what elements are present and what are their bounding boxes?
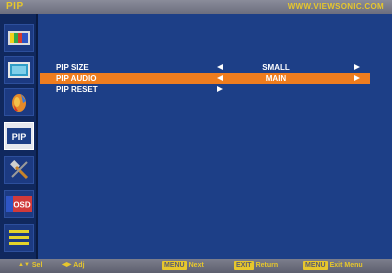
menu-key-icon: MENU <box>162 261 187 270</box>
decrease-arrow-icon[interactable] <box>217 75 223 81</box>
pip-size-label: PIP SIZE <box>56 63 89 72</box>
sidebar-item-setup[interactable] <box>4 224 34 252</box>
increase-arrow-icon[interactable] <box>354 75 360 81</box>
hint-select: ▲▼ Sel <box>18 261 42 270</box>
menu-list-icon <box>9 230 29 245</box>
menu-row-pip-audio[interactable]: PIP AUDIO MAIN <box>40 73 370 84</box>
menu-key-icon: MENU <box>303 261 328 270</box>
pip-audio-label: PIP AUDIO <box>56 74 97 83</box>
increase-arrow-icon[interactable] <box>354 64 360 70</box>
pip-audio-value: MAIN <box>265 74 287 83</box>
enter-arrow-icon[interactable] <box>217 86 223 92</box>
color-palette-icon <box>12 94 26 112</box>
osd-icon-label: OSD <box>13 201 31 210</box>
hint-adjust: ◀▶ Adj <box>62 261 85 270</box>
pip-reset-label: PIP RESET <box>56 85 98 94</box>
sidebar-item-osd[interactable]: OSD <box>4 190 34 218</box>
sidebar: PIP OSD <box>0 14 38 259</box>
sidebar-item-color[interactable] <box>4 88 34 116</box>
page-title: PIP <box>6 1 24 12</box>
osd-menu: PIP WWW.VIEWSONIC.COM PIP OSD PIP SIZE S… <box>0 0 392 273</box>
sidebar-item-pip[interactable]: PIP <box>4 122 34 150</box>
footer-hints: ▲▼ Sel ◀▶ Adj MENU Next EXIT Return MENU… <box>0 259 392 273</box>
pip-icon-label: PIP <box>12 132 27 142</box>
hint-return-label: Return <box>255 262 279 269</box>
sidebar-item-screen[interactable] <box>4 56 34 84</box>
sidebar-item-picture[interactable] <box>4 24 34 52</box>
osd-icon: OSD <box>6 196 32 212</box>
picture-icon <box>8 31 30 45</box>
hint-exit-menu: MENU Exit Menu <box>303 261 363 270</box>
hint-adjust-label: Adj <box>73 262 85 269</box>
pip-size-value: SMALL <box>262 63 290 72</box>
left-right-arrows-icon: ◀▶ <box>62 262 72 268</box>
decrease-arrow-icon[interactable] <box>217 64 223 70</box>
hint-exit-menu-label: Exit Menu <box>329 262 363 269</box>
tools-icon <box>10 160 29 180</box>
sidebar-item-tools[interactable] <box>4 156 34 184</box>
hint-next: MENU Next <box>162 261 204 270</box>
menu-row-pip-reset[interactable]: PIP RESET <box>40 84 370 95</box>
title-bar: PIP WWW.VIEWSONIC.COM <box>0 0 392 14</box>
hint-select-label: Sel <box>31 262 43 269</box>
hint-next-label: Next <box>188 262 204 269</box>
exit-key-icon: EXIT <box>234 261 254 270</box>
screen-icon <box>8 62 30 78</box>
menu-row-pip-size[interactable]: PIP SIZE SMALL <box>40 62 370 73</box>
brand-url: WWW.VIEWSONIC.COM <box>287 2 384 11</box>
pip-icon: PIP <box>7 128 31 144</box>
up-down-arrows-icon: ▲▼ <box>18 262 30 268</box>
hint-return: EXIT Return <box>234 261 278 270</box>
